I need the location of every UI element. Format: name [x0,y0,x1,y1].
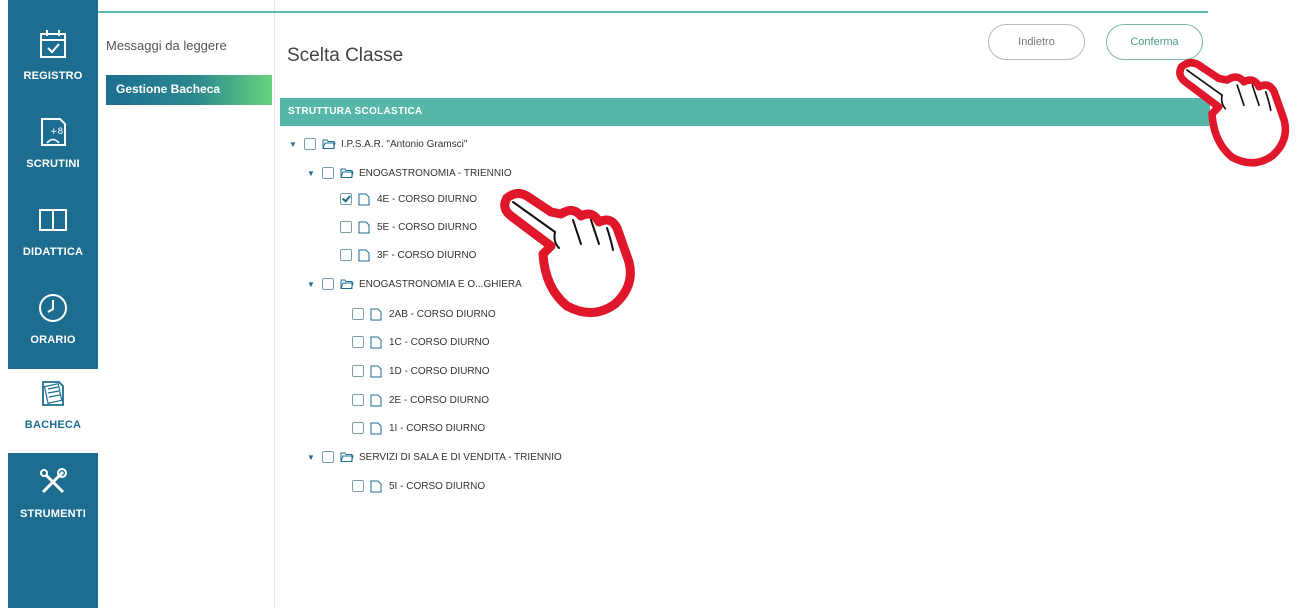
tree-checkbox[interactable] [352,480,364,492]
submenu-panel: Messaggi da leggere Gestione Bacheca [98,0,275,608]
notice-board-icon [31,371,75,415]
tree-node-folder[interactable]: ▼ SERVIZI DI SALA E DI VENDITA - TRIENNI… [305,447,562,467]
nav-item-scrutini[interactable]: +8 SCRUTINI [8,108,98,192]
tree-checkbox[interactable] [352,394,364,406]
tree-node-label: ENOGASTRONOMIA - TRIENNIO [359,167,512,179]
tree-node-label: SERVIZI DI SALA E DI VENDITA - TRIENNIO [359,451,562,463]
tree-checkbox[interactable] [340,221,352,233]
nav-item-didattica[interactable]: DIDATTICA [8,196,98,280]
tree-node-class[interactable]: 1D - CORSO DIURNO [347,361,490,381]
tree-node-label: 4E - CORSO DIURNO [377,193,478,205]
tree-node-class[interactable]: 2E - CORSO DIURNO [347,390,489,410]
tree-node-label: 2AB - CORSO DIURNO [389,308,496,320]
page-title: Scelta Classe [287,45,404,66]
nav-item-bacheca[interactable]: BACHECA [8,369,98,453]
tree-node-class[interactable]: 3F - CORSO DIURNO [335,245,476,265]
tree-node-label: 3F - CORSO DIURNO [377,249,477,261]
tree-node-class[interactable]: 1C - CORSO DIURNO [347,332,490,352]
nav-item-label: BACHECA [24,419,82,431]
expand-caret-icon[interactable]: ▼ [305,280,317,289]
file-icon [358,249,372,261]
nav-item-strumenti[interactable]: STRUMENTI [8,458,98,542]
tree-node-label: 1D - CORSO DIURNO [389,365,490,377]
nav-item-label: REGISTRO [23,70,83,82]
folder-open-icon [340,278,354,290]
expand-caret-icon[interactable]: ▼ [287,140,299,149]
tree-node-label: 1C - CORSO DIURNO [389,336,490,348]
main-nav-rail: REGISTRO +8 SCRUTINI DIDATTICA ORARIO BA… [8,0,98,608]
file-icon [358,193,372,205]
calendar-check-icon [31,22,75,66]
tree-checkbox[interactable] [322,451,334,463]
file-icon [370,422,384,434]
section-header: STRUTTURA SCOLASTICA [280,98,1210,126]
back-button[interactable]: Indietro [988,24,1085,60]
tree-checkbox[interactable] [322,278,334,290]
book-icon [31,198,75,242]
folder-open-icon [340,451,354,463]
top-accent-line [98,11,1208,13]
tree-checkbox[interactable] [304,138,316,150]
pointing-hand-icon [1176,59,1290,167]
nav-item-label: DIDATTICA [22,246,84,258]
tree-checkbox[interactable] [352,422,364,434]
tree-node-class[interactable]: 5I - CORSO DIURNO [347,476,485,496]
expand-caret-icon[interactable]: ▼ [305,453,317,462]
tree-checkbox[interactable] [352,336,364,348]
file-icon [370,394,384,406]
tree-node-class[interactable]: 2AB - CORSO DIURNO [347,304,496,324]
grade-sheet-icon: +8 [31,110,75,154]
tree-checkbox[interactable] [322,167,334,179]
tree-checkbox[interactable] [340,193,352,205]
file-icon [370,480,384,492]
clock-icon [31,286,75,330]
folder-open-icon [322,138,336,150]
tree-node-label: 5I - CORSO DIURNO [389,480,486,492]
tree-node-class[interactable]: 5E - CORSO DIURNO [335,217,477,237]
tree-node-label: 5E - CORSO DIURNO [377,221,478,233]
tree-node-folder[interactable]: ▼ ENOGASTRONOMIA E O...GHIERA [305,274,522,294]
nav-item-label: STRUMENTI [20,508,86,520]
tools-icon [31,460,75,504]
folder-open-icon [340,167,354,179]
tree-node-folder[interactable]: ▼ I.P.S.A.R. "Antonio Gramsci" [287,134,467,154]
file-icon [370,308,384,320]
nav-item-label: SCRUTINI [26,158,80,170]
submenu-item-gestione-bacheca[interactable]: Gestione Bacheca [106,75,272,105]
nav-item-label: ORARIO [30,334,76,346]
tree-checkbox[interactable] [352,365,364,377]
tree-node-class[interactable]: 4E - CORSO DIURNO [335,189,477,209]
tree-node-label: 2E - CORSO DIURNO [389,394,490,406]
file-icon [370,336,384,348]
svg-text:+8: +8 [50,127,64,137]
tree-node-label: 1I - CORSO DIURNO [389,422,486,434]
tree-checkbox[interactable] [340,249,352,261]
submenu-item-messaggi[interactable]: Messaggi da leggere [106,38,227,53]
nav-item-orario[interactable]: ORARIO [8,284,98,368]
tree-node-class[interactable]: 1I - CORSO DIURNO [347,418,485,438]
pointing-hand-icon [500,188,635,317]
nav-item-registro[interactable]: REGISTRO [8,20,98,104]
tree-checkbox[interactable] [352,308,364,320]
left-gutter [0,0,8,608]
tree-node-folder[interactable]: ▼ ENOGASTRONOMIA - TRIENNIO [305,163,512,183]
file-icon [358,221,372,233]
file-icon [370,365,384,377]
expand-caret-icon[interactable]: ▼ [305,169,317,178]
tree-node-label: I.P.S.A.R. "Antonio Gramsci" [341,138,468,150]
